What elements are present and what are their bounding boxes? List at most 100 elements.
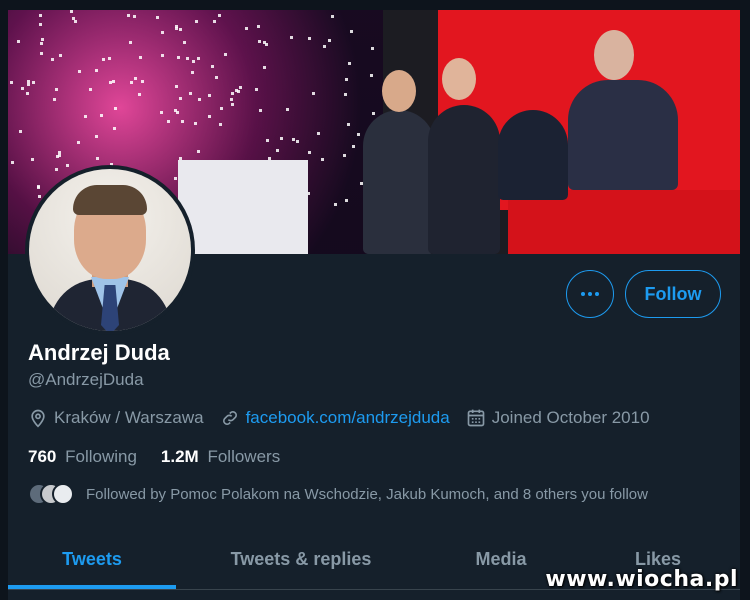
confetti-piece [40, 42, 43, 45]
confetti-piece [321, 158, 324, 161]
follow-stats: 760 Following 1.2M Followers [28, 445, 304, 469]
banner-podium [178, 160, 308, 254]
tab-tweets-replies[interactable]: Tweets & replies [176, 530, 426, 589]
more-horizontal-icon [581, 292, 599, 296]
confetti-piece [19, 130, 22, 133]
confetti-piece [344, 93, 347, 96]
confetti-piece [129, 41, 132, 44]
confetti-piece [255, 88, 258, 91]
confetti-piece [370, 74, 373, 77]
banner-screen-woman [568, 80, 678, 190]
confetti-piece [38, 195, 41, 198]
confetti-piece [276, 149, 279, 152]
confetti-piece [179, 97, 182, 100]
profile-meta: Kraków / Warszawa facebook.com/andrzejdu… [28, 405, 666, 431]
confetti-piece [343, 154, 346, 157]
confetti-piece [102, 58, 105, 61]
confetti-piece [191, 71, 194, 74]
confetti-piece [95, 135, 98, 138]
confetti-piece [138, 93, 141, 96]
confetti-piece [224, 53, 227, 56]
active-tab-indicator [8, 585, 176, 589]
confetti-piece [139, 56, 142, 59]
followed-by-avatars [28, 483, 74, 505]
confetti-piece [39, 23, 42, 26]
join-date: Joined October 2010 [466, 408, 650, 428]
confetti-piece [113, 127, 116, 130]
confetti-piece [179, 28, 182, 31]
confetti-piece [130, 81, 133, 84]
confetti-piece [245, 27, 248, 30]
confetti-piece [328, 39, 331, 42]
confetti-piece [175, 85, 178, 88]
confetti-piece [345, 78, 348, 81]
confetti-piece [10, 81, 13, 84]
confetti-piece [161, 54, 164, 57]
confetti-piece [161, 31, 164, 34]
confetti-piece [66, 164, 69, 167]
confetti-piece [211, 65, 214, 68]
confetti-piece [31, 158, 34, 161]
confetti-piece [286, 108, 289, 111]
confetti-piece [186, 57, 189, 60]
profile-avatar[interactable] [25, 165, 195, 335]
confetti-piece [220, 107, 223, 110]
followed-by-text: Followed by Pomoc Polakom na Wschodzie, … [86, 485, 648, 503]
confetti-piece [167, 120, 170, 123]
confetti-piece [41, 38, 44, 41]
confetti-piece [235, 89, 238, 92]
followed-by[interactable]: Followed by Pomoc Polakom na Wschodzie, … [28, 482, 648, 506]
confetti-piece [39, 14, 42, 17]
following-stat[interactable]: 760 Following [28, 447, 137, 467]
confetti-piece [290, 36, 293, 39]
confetti-piece [231, 103, 234, 106]
more-options-button[interactable] [566, 270, 614, 318]
confetti-piece [259, 109, 262, 112]
confetti-piece [59, 54, 62, 57]
confetti-piece [308, 37, 311, 40]
follower-avatar [52, 483, 74, 505]
confetti-piece [27, 80, 30, 83]
frame-border-right [740, 0, 750, 600]
confetti-piece [347, 123, 350, 126]
confetti-piece [257, 25, 260, 28]
confetti-piece [74, 20, 77, 23]
followers-stat[interactable]: 1.2M Followers [161, 447, 280, 467]
location-pin-icon [31, 409, 45, 428]
confetti-piece [219, 123, 222, 126]
avatar-photo [29, 169, 191, 331]
confetti-piece [192, 60, 195, 63]
confetti-piece [323, 45, 326, 48]
confetti-piece [183, 41, 186, 44]
follow-button[interactable]: Follow [625, 270, 721, 318]
banner-screen-woman-head [594, 30, 634, 80]
confetti-piece [195, 20, 198, 23]
confetti-piece [218, 14, 221, 17]
confetti-piece [175, 27, 178, 30]
confetti-piece [26, 92, 29, 95]
confetti-piece [345, 199, 348, 202]
confetti-piece [266, 139, 269, 142]
watermark: www.wiocha.pl [545, 567, 738, 592]
confetti-piece [95, 69, 98, 72]
confetti-piece [174, 177, 177, 180]
confetti-piece [160, 111, 163, 114]
banner-screen-man [498, 110, 568, 200]
confetti-piece [53, 98, 56, 101]
confetti-piece [231, 92, 234, 95]
confetti-piece [114, 107, 117, 110]
confetti-piece [21, 87, 24, 90]
confetti-piece [181, 120, 184, 123]
confetti-piece [263, 66, 266, 69]
tab-tweets[interactable]: Tweets [8, 530, 176, 589]
website-link[interactable]: facebook.com/andrzejduda [246, 408, 450, 428]
following-count: 760 [28, 447, 57, 466]
user-handle: @AndrzejDuda [28, 370, 144, 389]
confetti-piece [55, 168, 58, 171]
confetti-piece [112, 80, 115, 83]
confetti-piece [58, 151, 61, 154]
confetti-piece [194, 122, 197, 125]
confetti-piece [133, 15, 136, 18]
confetti-piece [265, 43, 268, 46]
confetti-piece [213, 20, 216, 23]
